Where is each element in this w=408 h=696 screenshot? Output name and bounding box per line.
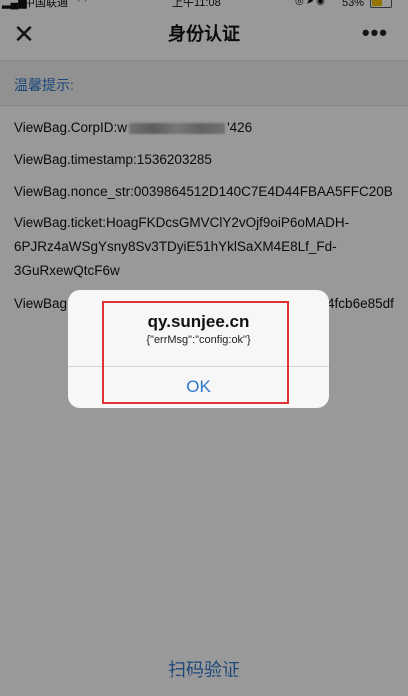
annotation-highlight-box	[102, 301, 289, 404]
